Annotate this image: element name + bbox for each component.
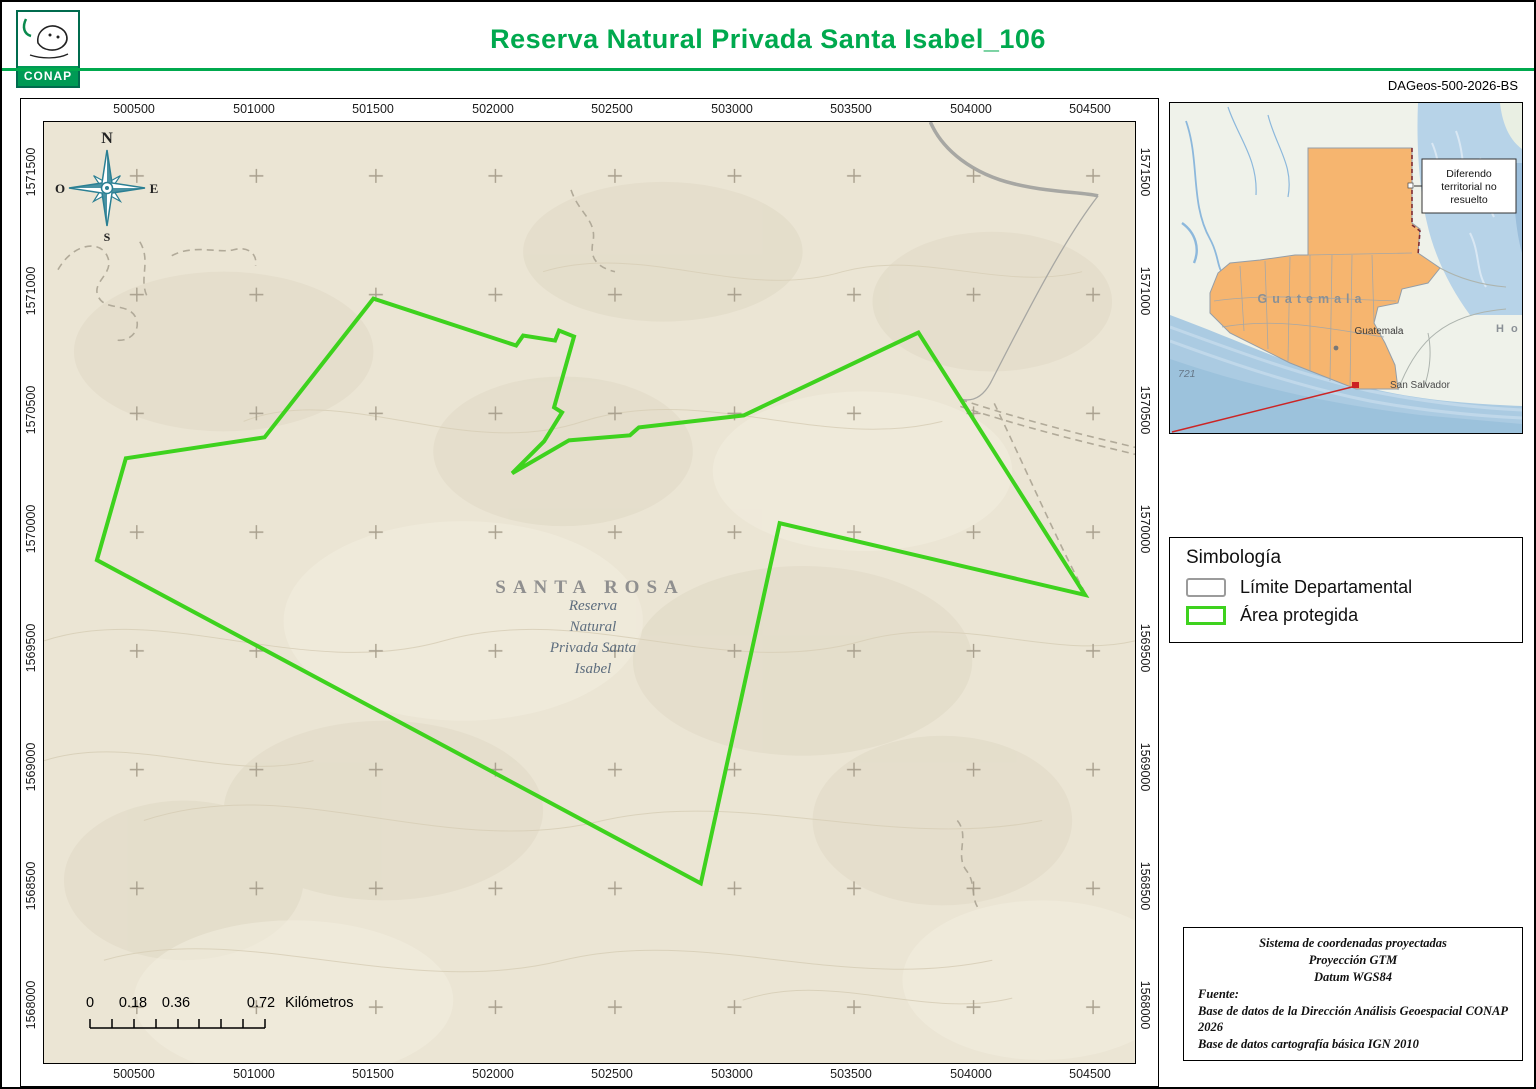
- grid-label: 501000: [233, 1067, 275, 1081]
- grid-label: 1571000: [1138, 266, 1152, 316]
- road-number-label: 721: [1178, 368, 1196, 380]
- map-frame: 500500 501000 501500 502000 502500 50300…: [20, 98, 1159, 1087]
- scale-unit-label: Kilómetros: [285, 995, 354, 1011]
- crs-line: Datum WGS84: [1314, 969, 1392, 984]
- jaguar-icon: [22, 18, 69, 59]
- san-salvador-label: San Salvador: [1390, 380, 1451, 391]
- legend-box: Simbología Límite Departamental Área pro…: [1169, 537, 1523, 643]
- source-heading: Fuente:: [1198, 986, 1239, 1001]
- grid-label: 502000: [472, 102, 514, 116]
- grid-label: 502000: [472, 1067, 514, 1081]
- reserve-label-line: Isabel: [574, 661, 612, 677]
- scale-label: 0.18: [118, 995, 148, 1011]
- grid-label: 503500: [830, 102, 872, 116]
- scale-bar: 0 0.18 0.36 0.72 Kilómetros: [86, 995, 419, 1037]
- grid-label: 501500: [352, 1067, 394, 1081]
- capital-city-dot: [1333, 345, 1339, 351]
- note-anchor-marker: [1407, 182, 1414, 189]
- grid-label: 1568500: [24, 861, 38, 911]
- grid-label: 500500: [113, 1067, 155, 1081]
- source-line: Base de datos de la Dirección Análisis G…: [1198, 1003, 1508, 1035]
- grid-label: 501000: [233, 102, 275, 116]
- country-label: Guatemala: [1258, 292, 1367, 306]
- scale-label: 0.36: [161, 995, 191, 1011]
- grid-label: 500500: [113, 102, 155, 116]
- grid-label: 502500: [591, 102, 633, 116]
- scale-label: 0: [85, 995, 95, 1011]
- compass-rose: N O E S: [55, 130, 159, 244]
- scale-labels: 0 0.18 0.36 0.72 Kilómetros: [86, 995, 419, 1015]
- capital-city-label: Guatemala: [1355, 326, 1404, 337]
- compass-west-label: O: [55, 181, 65, 196]
- map-canvas: N O E S SANTA ROSA Reserva Natural Priva…: [43, 121, 1136, 1064]
- reserve-name-label: Reserva Natural Privada Santa Isabel: [503, 596, 683, 680]
- note-line: resuelto: [1450, 194, 1488, 206]
- document-code: DAGeos-500-2026-BS: [1387, 78, 1518, 93]
- reserve-label-line: Privada Santa: [549, 640, 637, 656]
- inset-locator-map: Diferendo territorial no resuelto Guatem…: [1169, 102, 1523, 434]
- crs-line: Sistema de coordenadas proyectadas: [1259, 936, 1447, 950]
- legend-item-departmental-limit: Límite Departamental: [1186, 577, 1506, 598]
- grid-label: 1569500: [24, 623, 38, 673]
- grid-label: 1570500: [24, 385, 38, 435]
- legend-item-label: Área protegida: [1240, 605, 1359, 625]
- grid-label: 1569000: [24, 742, 38, 792]
- page-title: Reserva Natural Privada Santa Isabel_106: [490, 24, 1046, 54]
- legend-title: Simbología: [1186, 547, 1282, 568]
- crs-line: Proyección GTM: [1308, 952, 1398, 967]
- reserve-label-line: Natural: [569, 619, 617, 635]
- grid-label: 1569000: [1138, 742, 1152, 792]
- map-document-page: CONAP Reserva Natural Privada Santa Isab…: [0, 0, 1536, 1089]
- grid-label: 1568500: [1138, 861, 1152, 911]
- grid-label: 1570000: [24, 504, 38, 554]
- honduras-label: H o: [1496, 323, 1520, 335]
- grid-label: 502500: [591, 1067, 633, 1081]
- header-divider: [2, 68, 1534, 71]
- compass-south-label: S: [104, 230, 111, 244]
- grid-label: 504500: [1069, 102, 1111, 116]
- grid-label: 1570000: [1138, 504, 1152, 554]
- note-line: territorial no: [1441, 181, 1497, 193]
- compass-north-label: N: [101, 130, 113, 147]
- grid-label: 504500: [1069, 1067, 1111, 1081]
- protected-area-swatch: [1186, 606, 1226, 625]
- grid-label: 504000: [950, 1067, 992, 1081]
- grid-label: 1568000: [1138, 980, 1152, 1030]
- grid-label: 503000: [711, 102, 753, 116]
- departmental-limit-swatch: [1186, 578, 1226, 597]
- grid-label: 1571000: [24, 266, 38, 316]
- grid-label: 1568000: [24, 980, 38, 1030]
- grid-label: 1571500: [1138, 147, 1152, 197]
- grid-label: 1570500: [1138, 385, 1152, 435]
- credits-box: Sistema de coordenadas proyectadas Proye…: [1183, 927, 1523, 1061]
- conap-logo: CONAP: [16, 10, 80, 88]
- compass-east-label: E: [150, 181, 159, 196]
- scale-bar-ticks: [89, 1019, 266, 1029]
- grid-label: 504000: [950, 102, 992, 116]
- source-line: Base de datos cartografía básica IGN 201…: [1198, 1037, 1419, 1052]
- grid-label: 1569500: [1138, 623, 1152, 673]
- scale-label: 0.72: [246, 995, 276, 1011]
- legend-item-protected-area: Área protegida: [1186, 605, 1506, 626]
- grid-label: 503500: [830, 1067, 872, 1081]
- reserve-location-marker: [1352, 382, 1359, 388]
- grid-label: 503000: [711, 1067, 753, 1081]
- note-line: Diferendo: [1446, 168, 1492, 180]
- grid-label: 501500: [352, 102, 394, 116]
- grid-label: 1571500: [24, 147, 38, 197]
- reserve-label-line: Reserva: [568, 598, 618, 614]
- legend-item-label: Límite Departamental: [1240, 577, 1413, 597]
